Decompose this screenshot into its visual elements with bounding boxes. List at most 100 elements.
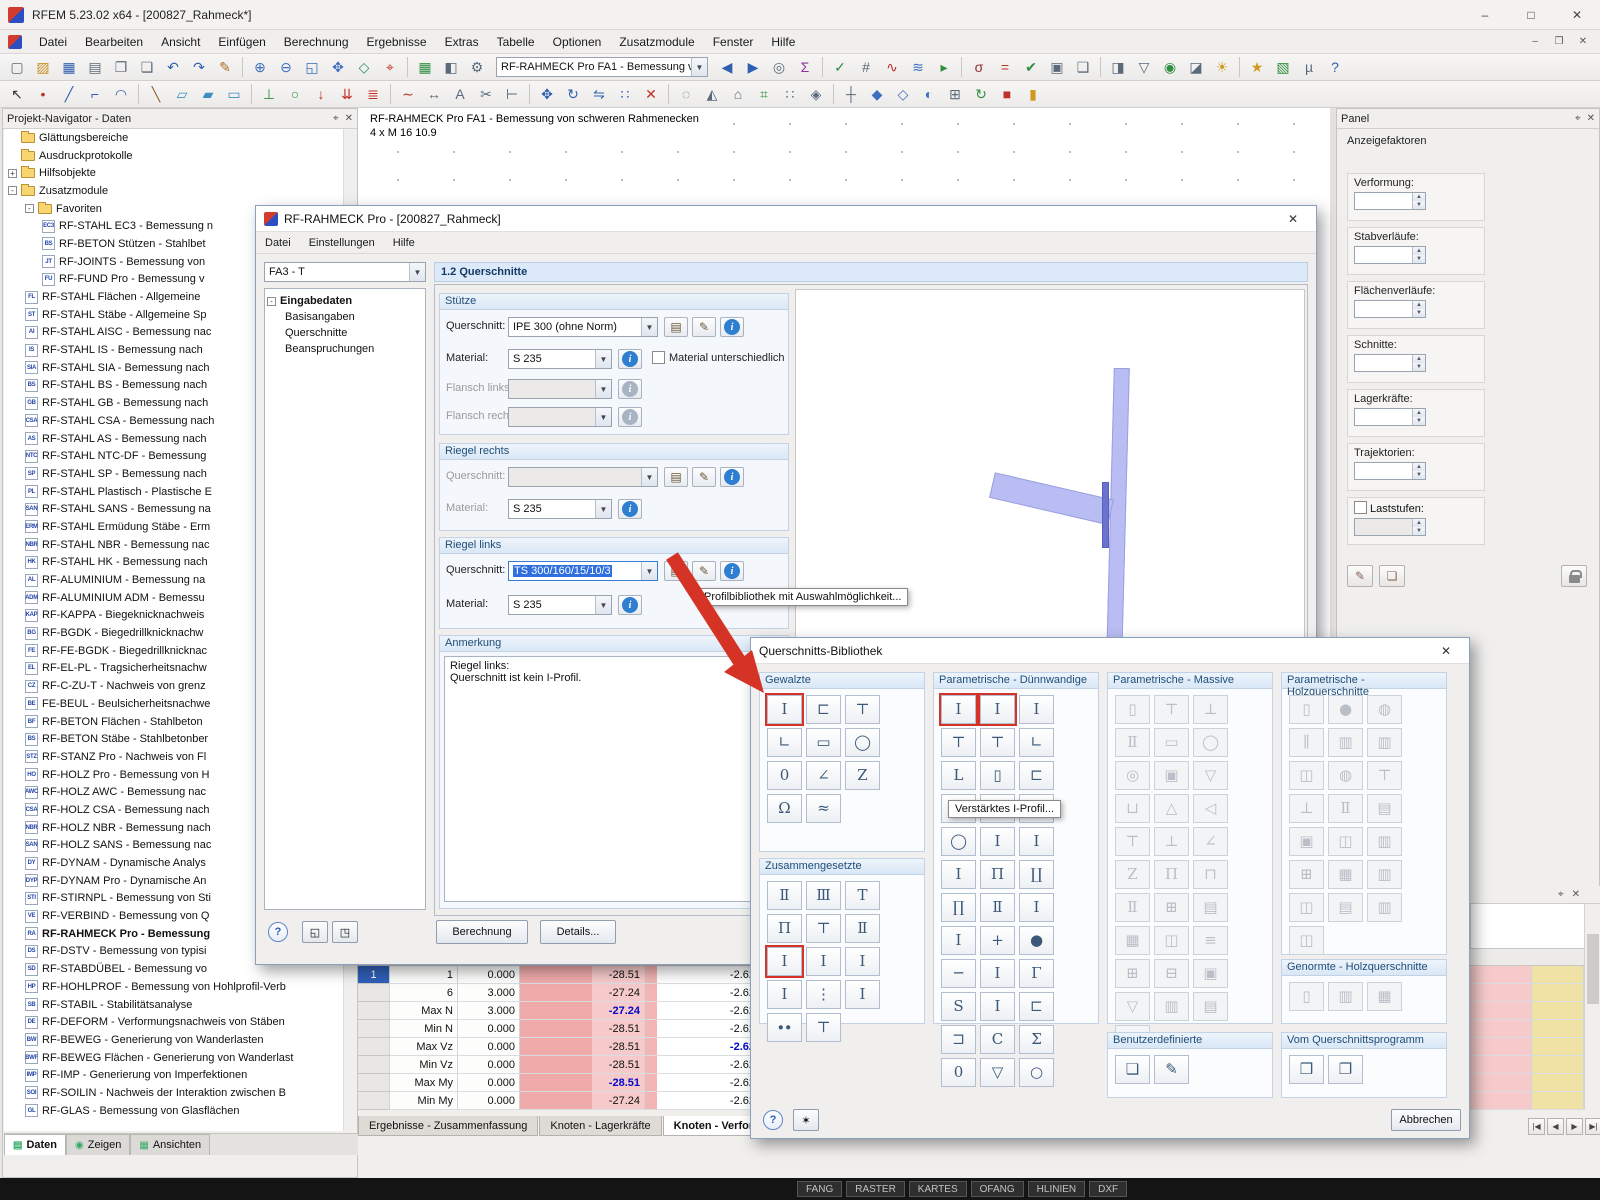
toolbar-copy-button[interactable]: ❏ (135, 56, 159, 78)
angle-thin-profile-button[interactable]: ∟ (1019, 728, 1054, 757)
navigator-header[interactable]: Projekt-Navigator - Daten ⌖✕ (3, 109, 357, 129)
navigator-item[interactable]: DERF-DEFORM - Verformungsnachweis von St… (4, 1013, 344, 1031)
details-button[interactable]: Details... (540, 920, 616, 944)
timber-box-profile-button[interactable]: ▣ (1289, 827, 1324, 856)
menu-optionen[interactable]: Optionen (544, 30, 611, 54)
boxed-i-profile-button[interactable]: Ⅰ (845, 980, 880, 1009)
riegel-links-material-combo[interactable]: S 235▼ (508, 595, 612, 615)
toolbar-hinge-button[interactable]: ○ (283, 83, 307, 105)
reinforced-i-profile-button[interactable]: Ⅰ (767, 947, 802, 976)
section-library-button[interactable]: ▤ (664, 467, 688, 487)
ring-profile-button[interactable]: ○ (1019, 1058, 1054, 1087)
toolbar-open-button[interactable]: ▨ (31, 56, 55, 78)
statusbar-kartes-toggle[interactable]: KARTES (909, 1181, 967, 1197)
abbrechen-button[interactable]: Abbrechen (1391, 1109, 1461, 1131)
toolbar-line-button[interactable]: ╱ (57, 83, 81, 105)
toolbar-help-button[interactable]: ? (1323, 56, 1347, 78)
pi-composed-profile-button[interactable]: Π (767, 914, 802, 943)
toolbar-pointer-button[interactable]: ↖ (5, 83, 29, 105)
spin-up-icon[interactable]: ▲ (1413, 355, 1425, 363)
toolbar-page-preview-button[interactable]: ❐ (109, 56, 133, 78)
i-asymmetric-profile-button[interactable]: Ⅰ (980, 695, 1015, 724)
c-round-profile-button[interactable]: C (980, 1025, 1015, 1054)
riegel-rechts-querschnitt-combo[interactable]: ▼ (508, 467, 658, 487)
hollow-flat-profile-button[interactable]: ⊟ (1154, 959, 1189, 988)
box-core-profile-button[interactable]: ▣ (1193, 959, 1228, 988)
toolbar-rotate-button[interactable]: ↻ (561, 83, 585, 105)
toolbar-work-plane-button[interactable]: ⌗ (752, 83, 776, 105)
navigator-item[interactable]: BWFRF-BEWEG Flächen - Generierung von Wa… (4, 1049, 344, 1067)
maximize-button[interactable]: □ (1508, 0, 1554, 30)
flat-bar-profile-button[interactable]: ─ (941, 959, 976, 988)
crane-rail-profile-button[interactable]: Ω (767, 794, 802, 823)
menu-hilfe[interactable]: Hilfe (762, 30, 804, 54)
toolbar-line-load-button[interactable]: ⇊ (335, 83, 359, 105)
toolbar-arc-button[interactable]: ◠ (109, 83, 133, 105)
double-bar-profile-button[interactable]: ∙∙ (767, 1013, 802, 1042)
toolbar-xyz-axes-button[interactable]: ⌖ (378, 56, 402, 78)
riegel-rechts-material-combo[interactable]: S 235▼ (508, 499, 612, 519)
chevron-down-icon[interactable]: ▼ (641, 562, 657, 580)
glulam-2-profile-button[interactable]: ▥ (1367, 728, 1402, 757)
dowel-lam-profile-button[interactable]: ◫ (1289, 926, 1324, 955)
t-inv-solid-profile-button[interactable]: ⊥ (1193, 695, 1228, 724)
glulam-1-profile-button[interactable]: ▥ (1328, 728, 1363, 757)
toolbar-nodal-load-button[interactable]: ↓ (309, 83, 333, 105)
section-info-button[interactable]: i (720, 561, 744, 581)
toolbar-imperfection-button[interactable]: ∼ (396, 83, 420, 105)
v-solid-profile-button[interactable]: ▽ (1115, 992, 1150, 1021)
navigator-item[interactable]: -Zusatzmodule (4, 182, 344, 200)
clt-1-profile-button[interactable]: ▦ (1328, 860, 1363, 889)
dialog-menu-einstellungen[interactable]: Einstellungen (300, 232, 384, 254)
toolbar-margin-view-button[interactable]: ⊞ (943, 83, 967, 105)
riegel-links-querschnitt-combo[interactable]: TS 300/160/15/10/3 ▼ (508, 561, 658, 581)
slab-2-profile-button[interactable]: ▦ (1115, 926, 1150, 955)
spin-up-icon[interactable]: ▲ (1413, 301, 1425, 309)
timber-i-profile-button[interactable]: ◫ (1328, 827, 1363, 856)
c-thin-profile-button[interactable]: ⊏ (1019, 761, 1054, 790)
toolbar-navigator-toggle-button[interactable]: ◧ (439, 56, 463, 78)
toolbar-wireframe-button[interactable]: ◇ (891, 83, 915, 105)
oval-thin-profile-button[interactable]: 0 (941, 1058, 976, 1087)
toolbar-surface-load-button[interactable]: ≣ (361, 83, 385, 105)
navigator-item[interactable]: HPRF-HOHLPROF - Bemessung von Hohlprofil… (4, 978, 344, 996)
navigator-item[interactable]: GLRF-GLAS - Bemessung von Glasflächen (4, 1102, 344, 1120)
chevron-down-icon[interactable]: ▼ (595, 350, 611, 368)
i-stiffened-profile-button[interactable]: Ⅰ (1019, 893, 1054, 922)
toolbar-color-scale-button[interactable]: ▮ (1021, 83, 1045, 105)
t-profile-profile-button[interactable]: ⊤ (845, 695, 880, 724)
toolbar-guidelines-button[interactable]: ┼ (839, 83, 863, 105)
toolbar-moment-diagram-button[interactable]: ∿ (880, 56, 904, 78)
table-nav-button[interactable]: ◀ (1547, 1118, 1564, 1135)
z-solid-profile-button[interactable]: Z (1115, 860, 1150, 889)
ribbed-2-profile-button[interactable]: ▤ (1193, 992, 1228, 1021)
dialog-menu-hilfe[interactable]: Hilfe (384, 232, 424, 254)
menu-datei[interactable]: Datei (30, 30, 76, 54)
graphic-jump-button[interactable]: ◱ (302, 921, 328, 943)
l-thin-profile-button[interactable]: L (941, 761, 976, 790)
tree-item-beanspruchungen[interactable]: Beanspruchungen (267, 341, 423, 357)
close-icon[interactable]: ✕ (345, 113, 353, 124)
chevron-down-icon[interactable]: ▼ (691, 58, 707, 76)
i-plate-profile-button[interactable]: Ⅰ (806, 947, 841, 976)
chevron-down-icon[interactable]: ▼ (595, 596, 611, 614)
statusbar-raster-toggle[interactable]: RASTER (846, 1181, 905, 1197)
spin-up-icon[interactable]: ▲ (1413, 463, 1425, 471)
toolbar-print-button[interactable]: ▤ (83, 56, 107, 78)
statusbar-hlinien-toggle[interactable]: HLINIEN (1028, 1181, 1085, 1197)
panel-header[interactable]: Panel ⌖✕ (1337, 109, 1599, 129)
panel-lock-button[interactable] (1561, 565, 1587, 587)
box-solid-profile-button[interactable]: ▣ (1154, 761, 1189, 790)
toolbar-check-button[interactable]: ✔ (1019, 56, 1043, 78)
spin-up-icon[interactable]: ▲ (1413, 247, 1425, 255)
gamma-profile-button[interactable]: Γ (1019, 959, 1054, 988)
t-plate-profile-button[interactable]: ⊤ (806, 914, 841, 943)
toolbar-previous-button[interactable]: ◀ (715, 56, 739, 78)
triangle-solid-profile-button[interactable]: △ (1154, 794, 1189, 823)
pipe-profile-button[interactable]: ◯ (845, 728, 880, 757)
toolbar-superposition-button[interactable]: Σ (793, 56, 817, 78)
dialog-menu-datei[interactable]: Datei (256, 232, 300, 254)
section-library-button[interactable]: ▤ (664, 561, 688, 581)
ribbed-1-profile-button[interactable]: ▥ (1154, 992, 1189, 1021)
toolbar-pan-button[interactable]: ✥ (326, 56, 350, 78)
